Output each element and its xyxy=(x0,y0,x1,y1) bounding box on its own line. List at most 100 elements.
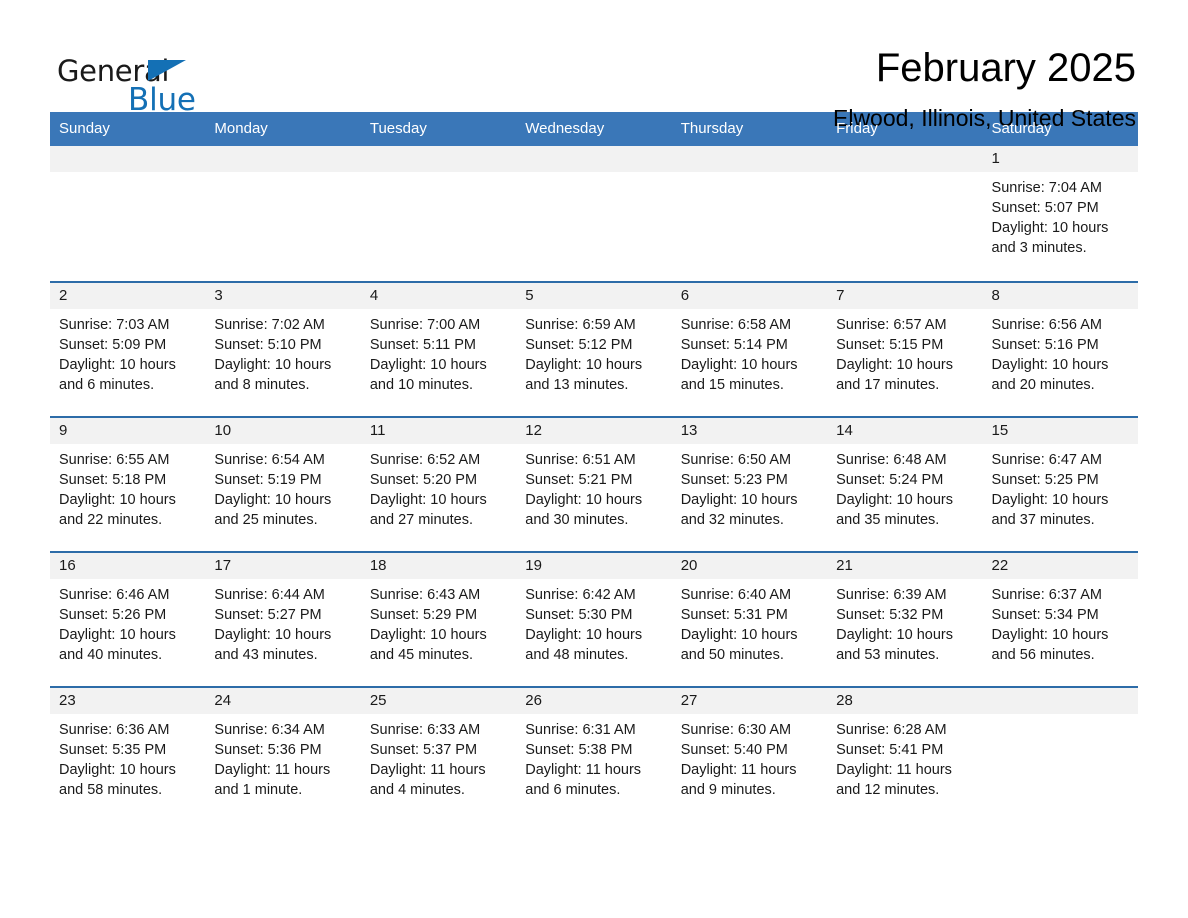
daylight-text: Daylight: 10 hours and 22 minutes. xyxy=(59,492,176,528)
daylight-text: Daylight: 10 hours and 10 minutes. xyxy=(369,357,487,393)
day-cell[interactable]: 21 Sunrise: 6:39 AM Sunset: 5:32 PM Dayligh… xyxy=(827,551,983,686)
day-cell[interactable]: 24 Sunrise: 6:34 AM Sunset: 5:36 PM Dayligh… xyxy=(205,686,361,821)
logo-text-blue: Blue xyxy=(128,82,196,118)
day-details: Sunrise: 6:52 AM Sunset: 5:20 PM Daylight:… xyxy=(361,444,516,530)
daylight-text: Daylight: 10 hours and 45 minutes. xyxy=(369,627,487,663)
day-details: Sunrise: 6:44 AM Sunset: 5:27 PM Daylight:… xyxy=(205,579,360,665)
day-number: 20 xyxy=(671,553,828,579)
day-cell[interactable]: 3 Sunrise: 7:02 AM Sunset: 5:10 PM Daylight… xyxy=(205,281,361,416)
calendar-day-cell xyxy=(205,146,361,281)
day-details: Sunrise: 6:51 AM Sunset: 5:21 PM Daylight:… xyxy=(516,444,671,530)
day-details: Sunrise: 6:58 AM Sunset: 5:14 PM Daylight:… xyxy=(672,309,827,395)
daylight-text: Daylight: 10 hours and 13 minutes. xyxy=(525,357,643,393)
sunset-text: Sunset: 5:34 PM xyxy=(991,607,1099,623)
sunrise-text: Sunrise: 6:33 AM xyxy=(369,722,481,738)
sunrise-text: Sunrise: 6:28 AM xyxy=(836,722,947,738)
weekday-header-wednesday: Wednesday xyxy=(516,112,672,146)
daylight-text: Daylight: 10 hours and 3 minutes. xyxy=(991,220,1109,256)
calendar-week-row: 23 Sunrise: 6:36 AM Sunset: 5:35 PM Dayligh… xyxy=(50,686,1138,821)
day-cell[interactable]: 12 Sunrise: 6:51 AM Sunset: 5:21 PM Dayligh… xyxy=(516,416,672,551)
day-number: 17 xyxy=(205,553,361,579)
day-number: 11 xyxy=(360,418,517,444)
day-number: 15 xyxy=(982,418,1138,444)
daylight-text: Daylight: 10 hours and 40 minutes. xyxy=(59,627,176,663)
sunrise-text: Sunrise: 7:03 AM xyxy=(59,317,170,333)
day-cell[interactable]: 26 Sunrise: 6:31 AM Sunset: 5:38 PM Dayligh… xyxy=(516,686,672,821)
sunset-text: Sunset: 5:09 PM xyxy=(59,337,167,353)
calendar-day-cell: 28 Sunrise: 6:28 AM Sunset: 5:41 PM Dayligh… xyxy=(827,686,983,821)
sunrise-text: Sunrise: 6:52 AM xyxy=(369,452,481,468)
empty-day-cell xyxy=(205,146,361,281)
day-number: 22 xyxy=(982,553,1138,579)
daylight-text: Daylight: 11 hours and 1 minute. xyxy=(214,762,331,798)
day-cell[interactable]: 28 Sunrise: 6:28 AM Sunset: 5:41 PM Dayligh… xyxy=(827,686,983,821)
sunset-text: Sunset: 5:32 PM xyxy=(836,607,944,623)
day-details: Sunrise: 6:42 AM Sunset: 5:30 PM Daylight:… xyxy=(516,579,671,665)
day-number: 28 xyxy=(827,688,983,714)
day-details: Sunrise: 6:59 AM Sunset: 5:12 PM Daylight:… xyxy=(516,309,671,395)
day-cell[interactable]: 8 Sunrise: 6:56 AM Sunset: 5:16 PM Daylight… xyxy=(982,281,1138,416)
day-number xyxy=(982,688,1138,714)
day-number: 6 xyxy=(671,283,828,309)
day-number: 2 xyxy=(50,283,206,309)
day-cell[interactable]: 1 Sunrise: 7:04 AM Sunset: 5:07 PM Daylight… xyxy=(982,146,1138,281)
calendar-day-cell xyxy=(360,146,517,281)
sunrise-text: Sunrise: 6:44 AM xyxy=(214,587,325,603)
calendar-week-row: 1 Sunrise: 7:04 AM Sunset: 5:07 PM Daylight… xyxy=(50,146,1138,281)
day-cell[interactable]: 13 Sunrise: 6:50 AM Sunset: 5:23 PM Dayligh… xyxy=(671,416,828,551)
sunrise-text: Sunrise: 6:37 AM xyxy=(991,587,1102,603)
day-cell[interactable]: 20 Sunrise: 6:40 AM Sunset: 5:31 PM Dayligh… xyxy=(671,551,828,686)
day-cell[interactable]: 23 Sunrise: 6:36 AM Sunset: 5:35 PM Dayligh… xyxy=(50,686,206,821)
day-cell[interactable]: 5 Sunrise: 6:59 AM Sunset: 5:12 PM Daylight… xyxy=(516,281,672,416)
day-cell[interactable]: 14 Sunrise: 6:48 AM Sunset: 5:24 PM Dayligh… xyxy=(827,416,983,551)
day-details: Sunrise: 6:39 AM Sunset: 5:32 PM Daylight:… xyxy=(827,579,982,665)
calendar-day-cell xyxy=(516,146,672,281)
day-cell[interactable]: 27 Sunrise: 6:30 AM Sunset: 5:40 PM Dayligh… xyxy=(671,686,828,821)
calendar-week-row: 2 Sunrise: 7:03 AM Sunset: 5:09 PM Daylight… xyxy=(50,281,1138,416)
sunset-text: Sunset: 5:29 PM xyxy=(369,607,478,623)
weekday-header-tuesday: Tuesday xyxy=(360,112,517,146)
day-number: 12 xyxy=(516,418,672,444)
day-cell[interactable]: 19 Sunrise: 6:42 AM Sunset: 5:30 PM Dayligh… xyxy=(516,551,672,686)
sunrise-sunset-calendar: Sunday Monday Tuesday Wednesday Thursday… xyxy=(50,112,1138,821)
calendar-day-cell: 14 Sunrise: 6:48 AM Sunset: 5:24 PM Dayligh… xyxy=(827,416,983,551)
day-cell[interactable]: 16 Sunrise: 6:46 AM Sunset: 5:26 PM Dayligh… xyxy=(50,551,206,686)
day-number: 26 xyxy=(516,688,672,714)
sunrise-text: Sunrise: 6:54 AM xyxy=(214,452,325,468)
day-cell[interactable]: 25 Sunrise: 6:33 AM Sunset: 5:37 PM Dayligh… xyxy=(360,686,517,821)
day-number: 3 xyxy=(205,283,361,309)
day-cell[interactable]: 15 Sunrise: 6:47 AM Sunset: 5:25 PM Dayligh… xyxy=(982,416,1138,551)
day-cell[interactable]: 9 Sunrise: 6:55 AM Sunset: 5:18 PM Daylight… xyxy=(50,416,206,551)
calendar-day-cell: 23 Sunrise: 6:36 AM Sunset: 5:35 PM Dayligh… xyxy=(50,686,206,821)
day-cell[interactable]: 17 Sunrise: 6:44 AM Sunset: 5:27 PM Dayligh… xyxy=(205,551,361,686)
empty-day-cell xyxy=(516,146,672,281)
daylight-text: Daylight: 10 hours and 15 minutes. xyxy=(680,357,798,393)
location-subtitle: Elwood, Illinois, United States xyxy=(833,105,1136,131)
calendar-day-cell: 10 Sunrise: 6:54 AM Sunset: 5:19 PM Dayligh… xyxy=(205,416,361,551)
day-details: Sunrise: 6:36 AM Sunset: 5:35 PM Daylight:… xyxy=(50,714,205,800)
calendar-day-cell: 5 Sunrise: 6:59 AM Sunset: 5:12 PM Daylight… xyxy=(516,281,672,416)
daylight-text: Daylight: 10 hours and 37 minutes. xyxy=(991,492,1109,528)
day-cell[interactable]: 22 Sunrise: 6:37 AM Sunset: 5:34 PM Dayligh… xyxy=(982,551,1138,686)
daylight-text: Daylight: 10 hours and 35 minutes. xyxy=(836,492,953,528)
calendar-day-cell: 4 Sunrise: 7:00 AM Sunset: 5:11 PM Daylight… xyxy=(360,281,517,416)
day-cell[interactable]: 7 Sunrise: 6:57 AM Sunset: 5:15 PM Daylight… xyxy=(827,281,983,416)
calendar-day-cell: 26 Sunrise: 6:31 AM Sunset: 5:38 PM Dayligh… xyxy=(516,686,672,821)
day-details: Sunrise: 6:48 AM Sunset: 5:24 PM Daylight:… xyxy=(827,444,982,530)
day-cell[interactable]: 6 Sunrise: 6:58 AM Sunset: 5:14 PM Daylight… xyxy=(671,281,828,416)
day-details: Sunrise: 6:30 AM Sunset: 5:40 PM Daylight:… xyxy=(672,714,827,800)
day-cell[interactable]: 18 Sunrise: 6:43 AM Sunset: 5:29 PM Dayligh… xyxy=(360,551,517,686)
day-number: 5 xyxy=(516,283,672,309)
sunrise-text: Sunrise: 6:43 AM xyxy=(369,587,481,603)
sunset-text: Sunset: 5:35 PM xyxy=(59,742,167,758)
sunset-text: Sunset: 5:10 PM xyxy=(214,337,322,353)
day-cell[interactable]: 2 Sunrise: 7:03 AM Sunset: 5:09 PM Daylight… xyxy=(50,281,206,416)
empty-day-cell xyxy=(360,146,517,281)
day-cell[interactable]: 10 Sunrise: 6:54 AM Sunset: 5:19 PM Dayligh… xyxy=(205,416,361,551)
sunset-text: Sunset: 5:27 PM xyxy=(214,607,322,623)
empty-day-cell xyxy=(827,146,983,281)
day-cell[interactable]: 11 Sunrise: 6:52 AM Sunset: 5:20 PM Dayligh… xyxy=(360,416,517,551)
day-cell[interactable]: 4 Sunrise: 7:00 AM Sunset: 5:11 PM Daylight… xyxy=(360,281,517,416)
sunrise-text: Sunrise: 6:58 AM xyxy=(680,317,792,333)
sunrise-text: Sunrise: 6:55 AM xyxy=(59,452,170,468)
